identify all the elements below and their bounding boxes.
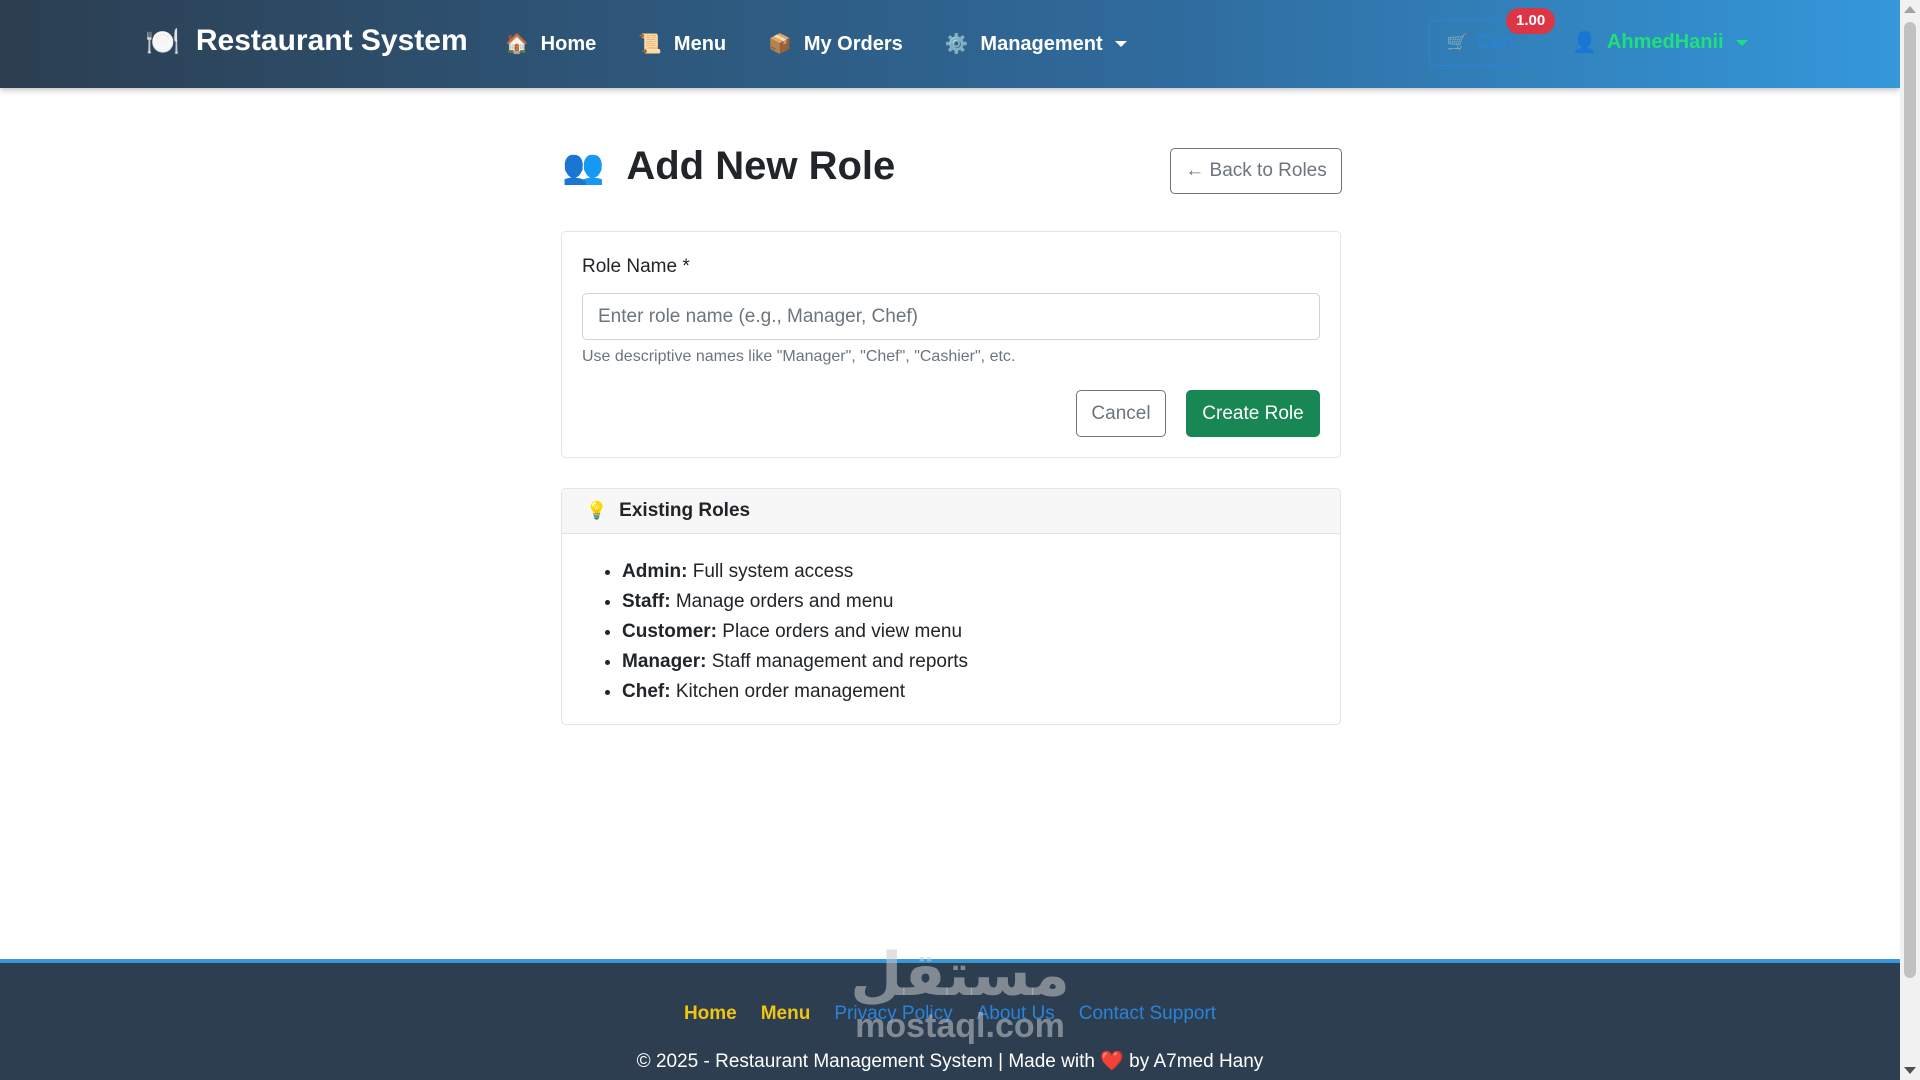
- role-desc: Manage orders and menu: [675, 591, 894, 612]
- scroll-icon: 📜: [638, 34, 662, 55]
- house-icon: 🏠: [505, 34, 529, 55]
- cancel-button[interactable]: Cancel: [1076, 390, 1166, 437]
- role-desc: Staff management and reports: [711, 651, 969, 672]
- role-name-input[interactable]: [582, 293, 1320, 340]
- roles-list: Admin: Full system access Staff: Manage …: [622, 557, 968, 707]
- user-icon: 👤: [1572, 32, 1597, 54]
- scrollbar-thumb[interactable]: [1904, 22, 1916, 978]
- cart-label: Cart: [1477, 32, 1514, 53]
- chevron-down-icon: [1735, 39, 1748, 46]
- chevron-down-icon: [1114, 41, 1127, 47]
- plate-icon: 🍽️: [145, 25, 180, 57]
- role-desc: Kitchen order management: [675, 681, 906, 702]
- page-title-text: Add New Role: [626, 144, 896, 188]
- copyright-suffix: by A7med Hany: [1129, 1051, 1264, 1072]
- role-name: Staff:: [622, 591, 671, 612]
- footer-links: Home Menu Privacy Policy About Us Contac…: [0, 1003, 1900, 1025]
- list-item: Manager: Staff management and reports: [622, 647, 968, 677]
- nav-my-orders[interactable]: 📦 My Orders: [768, 32, 903, 56]
- role-desc: Full system access: [692, 561, 854, 582]
- user-dropdown[interactable]: 👤 AhmedHanii: [1572, 30, 1748, 55]
- footer-link-home[interactable]: Home: [684, 1003, 737, 1025]
- user-name: AhmedHanii: [1606, 31, 1724, 53]
- nav-home[interactable]: 🏠 Home: [505, 32, 596, 56]
- copyright-prefix: © 2025 - Restaurant Management System | …: [636, 1051, 1095, 1072]
- lightbulb-icon: 💡: [586, 501, 608, 520]
- package-icon: 📦: [768, 34, 792, 55]
- brand-link[interactable]: 🍽️ Restaurant System: [145, 24, 468, 58]
- heart-icon: ❤️: [1100, 1051, 1124, 1072]
- list-item: Admin: Full system access: [622, 557, 968, 587]
- nav-my-orders-label: My Orders: [803, 32, 903, 55]
- create-role-button[interactable]: Create Role: [1186, 390, 1320, 437]
- nav-menu[interactable]: 📜 Menu: [638, 32, 726, 56]
- footer-link-privacy[interactable]: Privacy Policy: [834, 1003, 952, 1025]
- scroll-down-arrow-icon[interactable]: [1904, 1067, 1916, 1074]
- vertical-scrollbar[interactable]: [1900, 0, 1920, 1080]
- users-icon: 👥: [562, 147, 605, 186]
- role-name: Admin:: [622, 561, 688, 582]
- role-name-label: Role Name *: [582, 256, 690, 277]
- existing-roles-card: 💡 Existing Roles Admin: Full system acce…: [561, 488, 1341, 725]
- footer-link-about[interactable]: About Us: [977, 1003, 1055, 1025]
- existing-roles-header: 💡 Existing Roles: [562, 489, 1340, 534]
- footer-link-menu[interactable]: Menu: [761, 1003, 811, 1025]
- copyright: © 2025 - Restaurant Management System | …: [0, 1049, 1900, 1073]
- gear-icon: ⚙️: [944, 34, 969, 55]
- list-item: Staff: Manage orders and menu: [622, 587, 968, 617]
- footer: Home Menu Privacy Policy About Us Contac…: [0, 959, 1900, 1080]
- nav-management-dropdown[interactable]: ⚙️ Management: [945, 32, 1127, 56]
- nav-management-label: Management: [980, 32, 1103, 55]
- nav-home-label: Home: [540, 32, 597, 55]
- page-title: 👥 Add New Role: [562, 144, 895, 189]
- role-name-help: Use descriptive names like "Manager", "C…: [582, 348, 1016, 365]
- role-name: Customer:: [622, 621, 718, 642]
- role-name: Manager:: [622, 651, 707, 672]
- existing-roles-title: Existing Roles: [619, 500, 751, 521]
- page-header: 👥 Add New Role ← Back to Roles: [562, 144, 1342, 200]
- scroll-up-arrow-icon[interactable]: [1904, 6, 1916, 13]
- nav-menu-label: Menu: [673, 32, 727, 55]
- top-navbar: 🍽️ Restaurant System 🏠 Home 📜 Menu 📦 My …: [0, 0, 1900, 88]
- footer-link-support[interactable]: Contact Support: [1079, 1003, 1216, 1025]
- nav-links: 🏠 Home 📜 Menu 📦 My Orders ⚙️ Management: [505, 0, 1169, 88]
- brand-name: Restaurant System: [195, 24, 468, 57]
- role-desc: Place orders and view menu: [722, 621, 963, 642]
- role-name: Chef:: [622, 681, 671, 702]
- list-item: Chef: Kitchen order management: [622, 677, 968, 707]
- list-item: Customer: Place orders and view menu: [622, 617, 968, 647]
- cart-icon: 🛒: [1446, 33, 1468, 52]
- cart-badge: 1.00: [1506, 8, 1556, 34]
- add-role-form: Role Name * Use descriptive names like "…: [561, 231, 1341, 458]
- back-to-roles-button[interactable]: ← Back to Roles: [1170, 148, 1342, 194]
